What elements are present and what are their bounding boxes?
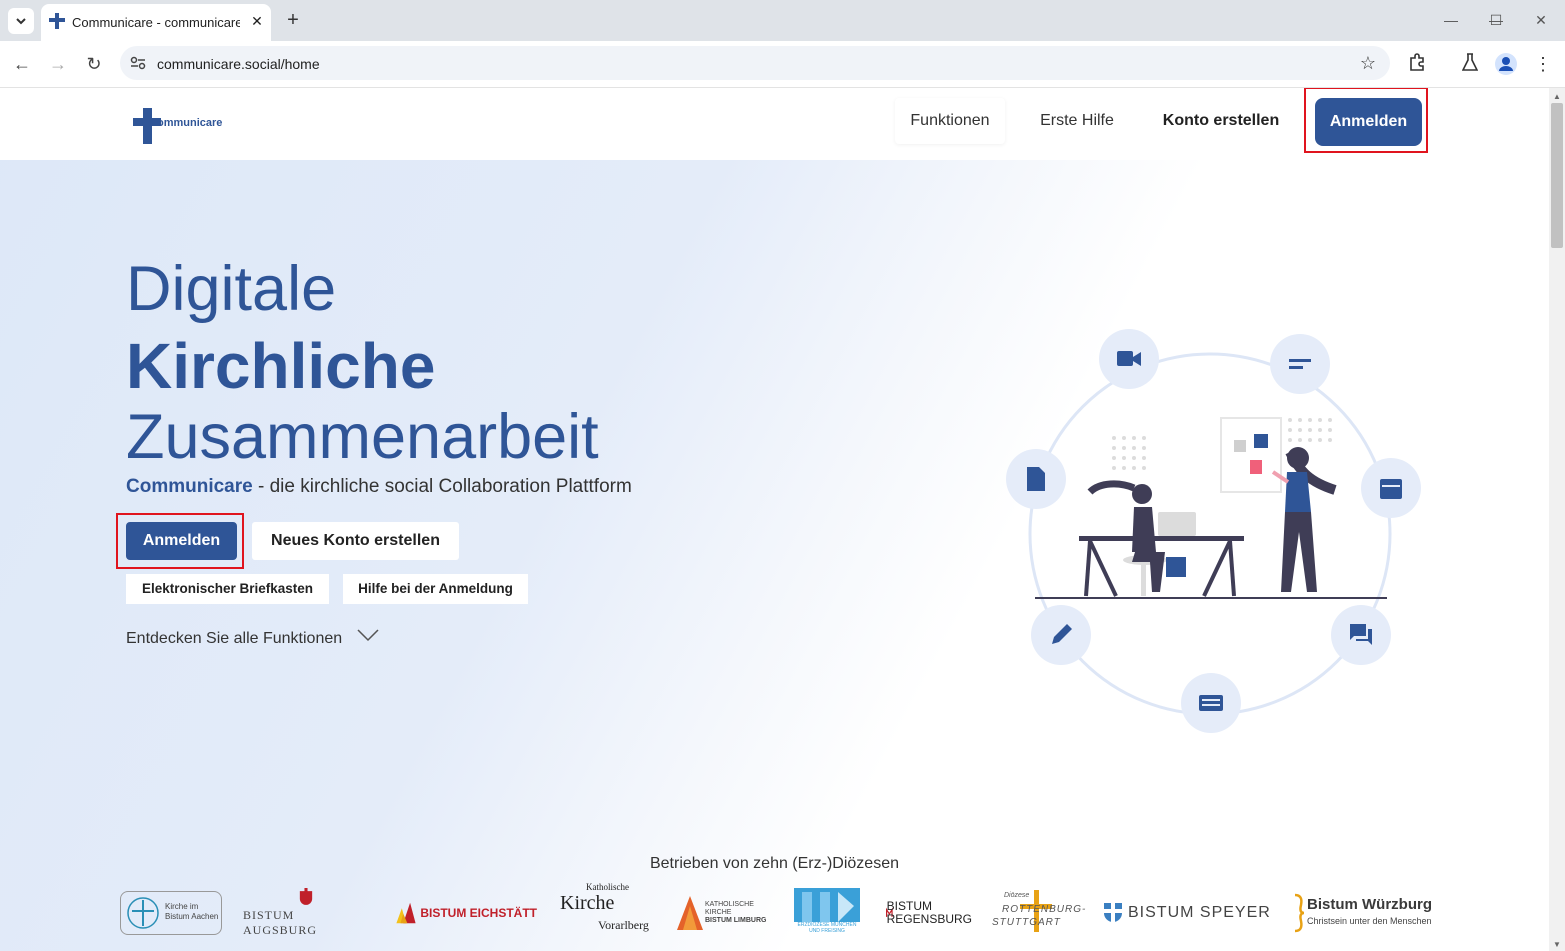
regensburg-line2: REGENSBURG (886, 912, 972, 926)
muenchen-towers-icon (794, 888, 860, 922)
back-icon[interactable]: ← (9, 51, 35, 77)
browser-menu-icon[interactable]: ⋮ (1532, 53, 1554, 75)
address-bar[interactable]: communicare.social/home ☆ (120, 46, 1390, 80)
scrollbar-thumb[interactable] (1551, 103, 1563, 248)
communicare-favicon-icon (49, 13, 65, 29)
vorarlberg-line1: Kirche (560, 892, 615, 914)
limburg-line1: KATHOLISCHE (705, 901, 754, 908)
aachen-line1: Kirche im (165, 902, 199, 911)
discover-functions-link[interactable]: Entdecken Sie alle Funktionen (126, 630, 342, 648)
site-settings-icon[interactable] (130, 56, 146, 70)
diocese-logo-regensburg[interactable]: BISTUM REGENSBURG (886, 888, 972, 938)
vorarlberg-top: Katholische (586, 882, 629, 892)
aachen-line2: Bistum Aachen (165, 912, 219, 921)
new-tab-button[interactable]: + (282, 9, 304, 31)
pencil-icon (1031, 605, 1091, 665)
news-icon (1181, 673, 1241, 733)
calendar-icon (1361, 458, 1421, 518)
vorarlberg-line2: Vorarlberg (598, 918, 649, 932)
rottenburg-line2: STUTTGART (992, 917, 1061, 928)
login-help-button[interactable]: Hilfe bei der Anmeldung (343, 574, 528, 604)
tab-title: Communicare - communicare.social (72, 15, 240, 30)
speyer-text: BISTUM SPEYER (1128, 904, 1271, 921)
document-icon (1006, 449, 1066, 509)
tagline-brand: Communicare (126, 476, 253, 497)
bookmark-star-icon[interactable]: ☆ (1360, 53, 1376, 74)
page-scrollbar[interactable]: ▲ ▼ (1549, 88, 1565, 951)
hero-title-line1: Digitale (126, 254, 337, 324)
muenchen-line2: UND FREISING (809, 928, 845, 934)
chevron-down-icon (16, 18, 26, 25)
labs-flask-icon[interactable] (1459, 53, 1481, 75)
diocese-logo-rottenburg[interactable]: Diözese ROTTENBURG- STUTTGART (992, 888, 1087, 938)
scroll-up-icon[interactable]: ▲ (1553, 92, 1561, 101)
nav-create-account[interactable]: Konto erstellen (1150, 98, 1292, 144)
tab-search-button[interactable] (8, 8, 34, 34)
diocese-logo-eichstaett[interactable]: BISTUM EICHSTÄTT (395, 888, 537, 938)
extensions-icon[interactable] (1406, 53, 1428, 75)
browser-tab[interactable]: Communicare - communicare.social ✕ (41, 4, 271, 41)
reload-icon[interactable]: ↻ (81, 51, 107, 77)
notes-icon (1270, 334, 1330, 394)
diocese-logo-wuerzburg[interactable]: Bistum Würzburg Christsein unter den Men… (1293, 888, 1433, 938)
augsburg-crest-icon (299, 888, 312, 905)
limburg-line2: KIRCHE (705, 909, 732, 916)
tagline-text: - die kirchliche social Collaboration Pl… (252, 476, 632, 497)
hero-title-line2: Kirchliche (126, 330, 436, 402)
maximize-icon[interactable]: ☐ (1481, 8, 1511, 32)
dioceses-logos: Kirche im Bistum Aachen BISTUM AUGSBURG B… (0, 882, 1549, 948)
diocese-logo-speyer[interactable]: BISTUM SPEYER (1102, 888, 1274, 938)
wuerzburg-line2: Christsein unter den Menschen (1307, 916, 1432, 926)
hero-login-button[interactable]: Anmelden (126, 522, 237, 560)
augsburg-text: BISTUM AUGSBURG (243, 908, 318, 937)
mailbox-button[interactable]: Elektronischer Briefkasten (126, 574, 329, 604)
limburg-flame-icon (677, 896, 703, 930)
logo-text: ommunicare (157, 117, 223, 129)
url-text: communicare.social/home (157, 56, 320, 72)
diocese-logo-augsburg[interactable]: BISTUM AUGSBURG (243, 888, 368, 938)
operated-by-text: Betrieben von zehn (Erz-)Diözesen (649, 855, 899, 872)
speyer-shield-icon (1104, 903, 1122, 923)
rottenburg-line1: ROTTENBURG- (1002, 904, 1087, 915)
browser-toolbar: ← → ↻ communicare.social/home ☆ ⋮ (0, 41, 1565, 88)
rottenburg-top: Diözese (1004, 892, 1030, 899)
diocese-logo-muenchen[interactable]: ERZDIÖZESE MÜNCHEN UND FREISING (793, 888, 861, 938)
wuerzburg-line1: Bistum Würzburg (1307, 896, 1432, 913)
eichstaett-text: BISTUM EICHSTÄTT (420, 906, 537, 920)
web-page: ommunicare Funktionen Erste Hilfe Konto … (0, 88, 1549, 951)
aachen-cross-icon (127, 897, 159, 929)
forward-icon[interactable]: → (45, 51, 71, 77)
collaboration-illustration (1006, 329, 1421, 733)
new-account-button[interactable]: Neues Konto erstellen (252, 522, 459, 560)
limburg-line3: BISTUM LIMBURG (705, 917, 767, 924)
diocese-logo-limburg[interactable]: KATHOLISCHE KIRCHE BISTUM LIMBURG (677, 888, 772, 938)
diocese-logo-vorarlberg[interactable]: Katholische Kirche Vorarlberg (560, 882, 656, 938)
eichstaett-shapes-icon (396, 902, 416, 924)
chevron-down-icon[interactable] (357, 628, 379, 642)
profile-avatar-icon[interactable] (1495, 53, 1517, 75)
diocese-logo-aachen[interactable]: Kirche im Bistum Aachen (120, 888, 222, 938)
header-login-button[interactable]: Anmelden (1315, 98, 1422, 146)
nav-functions[interactable]: Funktionen (895, 98, 1005, 144)
video-icon (1099, 329, 1159, 389)
hero-tagline: Communicare - die kirchliche social Coll… (126, 476, 632, 498)
wuerzburg-bracket-icon (1294, 893, 1305, 933)
hero-title-line3: Zusammenarbeit (126, 402, 599, 472)
chat-icon (1331, 605, 1391, 665)
close-window-icon[interactable]: ✕ (1526, 8, 1556, 32)
minimize-icon[interactable]: — (1436, 8, 1466, 32)
nav-first-aid[interactable]: Erste Hilfe (1022, 98, 1132, 144)
tab-close-icon[interactable]: ✕ (247, 11, 267, 31)
scroll-down-icon[interactable]: ▼ (1553, 940, 1561, 949)
browser-tab-bar: Communicare - communicare.social ✕ + — —… (0, 0, 1565, 41)
site-header: ommunicare Funktionen Erste Hilfe Konto … (0, 88, 1549, 160)
